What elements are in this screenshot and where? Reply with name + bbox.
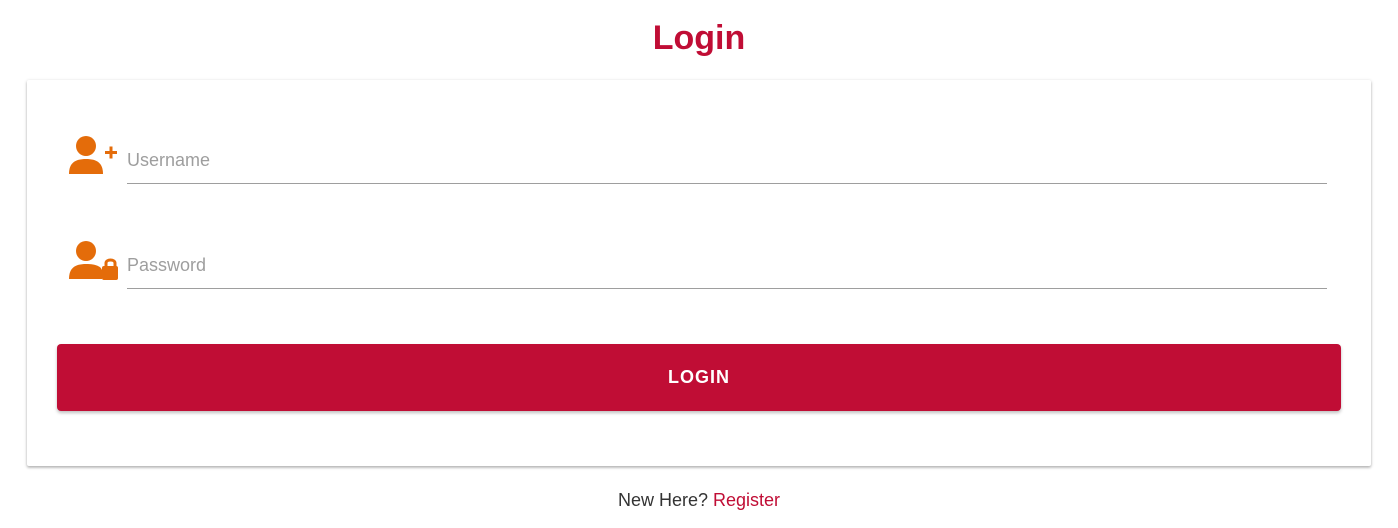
- user-lock-icon: [69, 239, 119, 283]
- username-field-group: [69, 130, 1327, 190]
- password-field-group: [69, 235, 1327, 295]
- register-link[interactable]: Register: [713, 490, 780, 510]
- register-prompt-text: New Here?: [617, 490, 708, 510]
- login-card: LOGIN: [27, 80, 1371, 466]
- password-input[interactable]: [127, 243, 1327, 289]
- add-user-icon: [69, 134, 119, 178]
- username-input[interactable]: [127, 138, 1327, 184]
- register-prompt: New Here? Register: [0, 488, 1398, 512]
- page-title: Login: [652, 19, 746, 57]
- login-button[interactable]: LOGIN: [57, 344, 1341, 411]
